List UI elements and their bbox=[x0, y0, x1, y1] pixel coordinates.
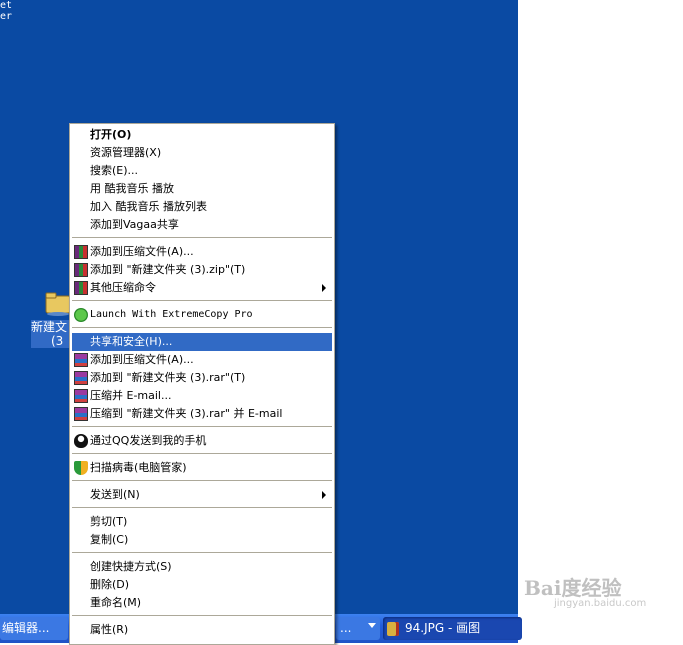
menu-item-send-to[interactable]: 发送到(N) bbox=[72, 486, 332, 504]
winrar-icon bbox=[74, 263, 88, 277]
menu-item-label: 资源管理器(X) bbox=[90, 146, 162, 159]
winrar-icon bbox=[74, 353, 88, 367]
taskbar-paint-label: 94.JPG - 画图 bbox=[405, 621, 481, 635]
winrar-icon bbox=[74, 245, 88, 259]
menu-item-label: 添加到Vagaa共享 bbox=[90, 218, 179, 231]
desktop-corner-text: et er bbox=[0, 0, 13, 22]
winrar-icon bbox=[74, 371, 88, 385]
menu-item-vagaa-share[interactable]: 添加到Vagaa共享 bbox=[72, 216, 332, 234]
menu-item-other-compress[interactable]: 其他压缩命令 bbox=[72, 279, 332, 297]
shield-icon bbox=[74, 461, 88, 475]
menu-item-properties[interactable]: 属性(R) bbox=[72, 621, 332, 639]
menu-item-add-to-rar[interactable]: 添加到 "新建文件夹 (3).rar"(T) bbox=[72, 369, 332, 387]
menu-item-label: 复制(C) bbox=[90, 533, 129, 546]
submenu-arrow-icon bbox=[322, 491, 326, 499]
menu-separator bbox=[72, 480, 332, 481]
menu-separator bbox=[72, 507, 332, 508]
menu-separator bbox=[72, 453, 332, 454]
watermark-subtext: jingyan.baidu.com bbox=[554, 598, 647, 609]
menu-item-label: 添加到 "新建文件夹 (3).zip"(T) bbox=[90, 263, 246, 276]
desktop-icon-label-line1: 新建文 bbox=[31, 320, 68, 334]
menu-item-add-to-zip[interactable]: 添加到 "新建文件夹 (3).zip"(T) bbox=[72, 261, 332, 279]
desktop-icon-label-line2: (3 bbox=[51, 334, 64, 348]
menu-separator bbox=[72, 615, 332, 616]
menu-item-label: 添加到压缩文件(A)... bbox=[90, 245, 194, 258]
menu-item-label: 压缩并 E-mail... bbox=[90, 389, 172, 402]
menu-item-kuwo-play[interactable]: 用 酷我音乐 播放 bbox=[72, 180, 332, 198]
menu-item-delete[interactable]: 删除(D) bbox=[72, 576, 332, 594]
menu-item-label: 加入 酷我音乐 播放列表 bbox=[90, 200, 207, 213]
taskbar-button-paint[interactable]: 94.JPG - 画图 bbox=[383, 617, 522, 640]
menu-item-sharing-security[interactable]: 共享和安全(H)... bbox=[72, 333, 332, 351]
menu-item-copy[interactable]: 复制(C) bbox=[72, 531, 332, 549]
menu-item-label: 扫描病毒(电脑管家) bbox=[90, 461, 187, 474]
folder-icon bbox=[45, 292, 71, 316]
menu-separator bbox=[72, 552, 332, 553]
menu-item-compress-rar-email[interactable]: 压缩到 "新建文件夹 (3).rar" 并 E-mail bbox=[72, 405, 332, 423]
menu-item-label: 压缩到 "新建文件夹 (3).rar" 并 E-mail bbox=[90, 407, 283, 420]
menu-item-label: 创建快捷方式(S) bbox=[90, 560, 172, 573]
menu-item-label: 搜索(E)... bbox=[90, 164, 139, 177]
menu-item-label: Launch With ExtremeCopy Pro bbox=[90, 309, 253, 320]
qq-icon bbox=[74, 434, 88, 448]
menu-item-kuwo-playlist[interactable]: 加入 酷我音乐 播放列表 bbox=[72, 198, 332, 216]
desktop-icon-label: 新建文 (3 bbox=[31, 320, 71, 348]
context-menu: 打开(O) 资源管理器(X) 搜索(E)... 用 酷我音乐 播放 加入 酷我音… bbox=[69, 123, 335, 645]
menu-item-label: 打开(O) bbox=[90, 128, 132, 141]
extremecopy-icon bbox=[74, 308, 88, 322]
watermark-text: Bai度经验 bbox=[524, 576, 622, 600]
menu-item-label: 重命名(M) bbox=[90, 596, 142, 609]
menu-separator bbox=[72, 300, 332, 301]
menu-separator bbox=[72, 327, 332, 328]
taskbar-button-grouped[interactable]: ... bbox=[336, 617, 380, 640]
baidu-jingyan-watermark: Bai度经验 jingyan.baidu.com bbox=[524, 572, 654, 612]
menu-item-label: 通过QQ发送到我的手机 bbox=[90, 434, 207, 447]
menu-item-create-shortcut[interactable]: 创建快捷方式(S) bbox=[72, 558, 332, 576]
menu-item-extremecopy[interactable]: Launch With ExtremeCopy Pro bbox=[72, 306, 332, 324]
menu-item-compress-email[interactable]: 压缩并 E-mail... bbox=[72, 387, 332, 405]
menu-item-label: 属性(R) bbox=[90, 623, 129, 636]
menu-item-cut[interactable]: 剪切(T) bbox=[72, 513, 332, 531]
winrar-icon bbox=[74, 407, 88, 421]
menu-item-add-to-archive[interactable]: 添加到压缩文件(A)... bbox=[72, 243, 332, 261]
menu-item-add-to-archive-2[interactable]: 添加到压缩文件(A)... bbox=[72, 351, 332, 369]
menu-item-open[interactable]: 打开(O) bbox=[72, 126, 332, 144]
menu-item-label: 发送到(N) bbox=[90, 488, 140, 501]
submenu-arrow-icon bbox=[322, 284, 326, 292]
taskbar-group-arrow-icon[interactable] bbox=[368, 623, 376, 628]
menu-item-scan-virus[interactable]: 扫描病毒(电脑管家) bbox=[72, 459, 332, 477]
menu-separator bbox=[72, 237, 332, 238]
menu-item-qq-send[interactable]: 通过QQ发送到我的手机 bbox=[72, 432, 332, 450]
taskbar-button-editor[interactable]: 编辑器... bbox=[0, 617, 68, 640]
menu-separator bbox=[72, 426, 332, 427]
menu-item-label: 共享和安全(H)... bbox=[90, 335, 173, 348]
menu-item-label: 剪切(T) bbox=[90, 515, 128, 528]
menu-item-search[interactable]: 搜索(E)... bbox=[72, 162, 332, 180]
menu-item-rename[interactable]: 重命名(M) bbox=[72, 594, 332, 612]
menu-item-label: 添加到压缩文件(A)... bbox=[90, 353, 194, 366]
menu-item-label: 用 酷我音乐 播放 bbox=[90, 182, 174, 195]
menu-item-explorer[interactable]: 资源管理器(X) bbox=[72, 144, 332, 162]
menu-item-label: 删除(D) bbox=[90, 578, 130, 591]
desktop-folder-icon-item[interactable]: 新建文 (3 bbox=[31, 287, 71, 349]
menu-item-label: 其他压缩命令 bbox=[90, 281, 156, 294]
winrar-icon bbox=[74, 281, 88, 295]
paint-icon bbox=[387, 621, 399, 636]
winrar-icon bbox=[74, 389, 88, 403]
menu-item-label: 添加到 "新建文件夹 (3).rar"(T) bbox=[90, 371, 246, 384]
